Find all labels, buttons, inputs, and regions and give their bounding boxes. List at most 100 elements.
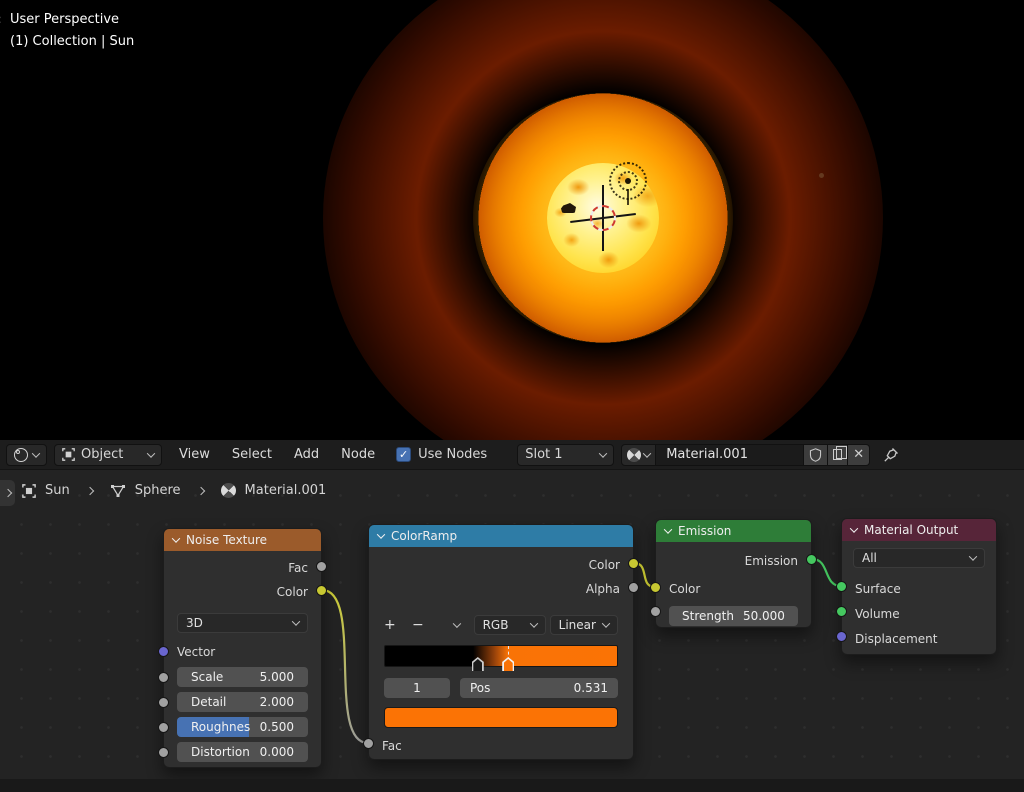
node-header[interactable]: Material Output xyxy=(842,519,996,541)
unlink-material-button[interactable]: ✕ xyxy=(848,444,870,466)
node-header[interactable]: Noise Texture xyxy=(164,529,321,551)
material-sphere-icon xyxy=(627,448,641,462)
mesh-data-icon xyxy=(110,484,126,498)
socket-color-output[interactable] xyxy=(316,585,327,596)
socket-scale-input[interactable] xyxy=(158,672,169,683)
material-browse-dropdown[interactable] xyxy=(621,444,656,466)
3d-viewport[interactable]: ‹ User Perspective (1) Collection | Sun xyxy=(0,0,1024,440)
path-bar-collapse-tab[interactable] xyxy=(0,480,15,506)
shader-type-dropdown[interactable]: Object xyxy=(54,444,162,466)
ramp-stop-handle-1[interactable] xyxy=(502,657,514,671)
menu-select[interactable]: Select xyxy=(221,447,283,462)
node-header[interactable]: ColorRamp xyxy=(369,525,633,547)
noise-scale-field[interactable]: Scale 5.000 xyxy=(177,667,308,687)
material-slot-label: Slot 1 xyxy=(525,447,562,462)
socket-displacement-input[interactable] xyxy=(836,631,847,642)
node-title: Emission xyxy=(678,524,731,538)
breadcrumb-material[interactable]: Material.001 xyxy=(245,483,327,498)
socket-color-output[interactable] xyxy=(628,558,639,569)
socket-vector-input[interactable] xyxy=(158,646,169,657)
editor-type-dropdown[interactable] xyxy=(6,444,47,466)
socket-volume-input[interactable] xyxy=(836,606,847,617)
socket-surface-input[interactable] xyxy=(836,581,847,592)
socket-strength-input[interactable] xyxy=(650,606,661,617)
chevron-right-icon xyxy=(3,489,11,497)
field-label: Scale xyxy=(191,670,223,684)
noise-dimensions-dropdown[interactable]: 3D xyxy=(177,613,308,633)
index-value: 1 xyxy=(413,681,421,695)
material-datablock: Material.001 ✕ xyxy=(621,444,870,466)
breadcrumb-mesh[interactable]: Sphere xyxy=(135,483,181,498)
use-nodes-checkbox[interactable]: ✓ xyxy=(396,447,411,462)
node-header[interactable]: Emission xyxy=(656,520,811,542)
ramp-stop-color-swatch[interactable] xyxy=(384,707,618,728)
chevron-down-icon xyxy=(147,449,155,457)
field-label: Roughnes xyxy=(191,720,250,734)
breadcrumb-object[interactable]: Sun xyxy=(45,483,70,498)
collapse-chevron-icon[interactable] xyxy=(664,525,672,533)
ramp-position-field[interactable]: Pos 0.531 xyxy=(460,678,618,698)
output-label-fac: Fac xyxy=(164,558,321,578)
ramp-stop-handle-0[interactable] xyxy=(472,657,484,671)
socket-emission-output[interactable] xyxy=(806,554,817,565)
menu-add[interactable]: Add xyxy=(283,447,330,462)
ramp-interpolation-dropdown[interactable]: Linear xyxy=(550,615,618,635)
ramp-color-mode-dropdown[interactable]: RGB xyxy=(474,615,546,635)
socket-detail-input[interactable] xyxy=(158,697,169,708)
node-noise-texture[interactable]: Noise Texture Fac Color 3D Vector Scale … xyxy=(163,528,322,768)
add-stop-button[interactable]: + xyxy=(384,617,412,633)
color-ramp-gradient[interactable] xyxy=(384,645,618,667)
link-noise-to-ramp xyxy=(322,590,368,743)
output-target-dropdown[interactable]: All xyxy=(853,548,985,568)
target-value: All xyxy=(862,551,877,565)
ramp-specials-dropdown[interactable] xyxy=(453,619,461,627)
socket-alpha-output[interactable] xyxy=(628,582,639,593)
socket-fac-output[interactable] xyxy=(316,561,327,572)
node-title: Noise Texture xyxy=(186,533,267,547)
pin-icon xyxy=(883,447,899,463)
socket-fac-input[interactable] xyxy=(363,738,374,749)
noise-distortion-field[interactable]: Distortion 0.000 xyxy=(177,742,308,762)
input-label-surface: Surface xyxy=(842,579,996,599)
fake-user-button[interactable] xyxy=(804,444,828,466)
viewport-collapse-chevron[interactable]: ‹ xyxy=(0,12,2,28)
field-label: Distortion xyxy=(191,745,250,759)
pos-value: 0.531 xyxy=(574,681,608,695)
output-label-color: Color xyxy=(369,555,633,575)
node-emission[interactable]: Emission Emission Color Strength 50.000 xyxy=(655,519,812,628)
new-material-button[interactable] xyxy=(828,444,848,466)
chevron-right-icon xyxy=(196,486,204,494)
menu-view[interactable]: View xyxy=(168,447,221,462)
material-name-field[interactable]: Material.001 xyxy=(656,444,804,466)
menu-node[interactable]: Node xyxy=(330,447,386,462)
sun-lamp-ray-line xyxy=(627,189,629,205)
socket-roughness-input[interactable] xyxy=(158,722,169,733)
shader-type-label: Object xyxy=(81,447,123,462)
field-label: Strength xyxy=(682,609,734,623)
socket-distortion-input[interactable] xyxy=(158,747,169,758)
collapse-chevron-icon[interactable] xyxy=(172,534,180,542)
chevron-down-icon xyxy=(969,552,977,560)
node-title: Material Output xyxy=(864,523,958,537)
socket-color-input[interactable] xyxy=(650,582,661,593)
field-value: 50.000 xyxy=(743,609,785,623)
node-editor-canvas[interactable]: Sun Sphere Material.001 Noise Texture Fa… xyxy=(0,470,1024,792)
node-color-ramp[interactable]: ColorRamp Color Alpha + − RGB Linear xyxy=(368,524,634,760)
remove-stop-button[interactable]: − xyxy=(412,617,440,633)
noise-detail-field[interactable]: Detail 2.000 xyxy=(177,692,308,712)
node-title: ColorRamp xyxy=(391,529,457,543)
pin-button[interactable] xyxy=(883,447,899,463)
ramp-index-field[interactable]: 1 xyxy=(384,678,450,698)
use-nodes-label: Use Nodes xyxy=(418,447,487,462)
shader-editor-icon xyxy=(14,448,28,462)
collapse-chevron-icon[interactable] xyxy=(377,530,385,538)
bottom-edge-strip xyxy=(0,779,1024,792)
noise-roughness-field[interactable]: Roughnes 0.500 xyxy=(177,717,308,737)
collapse-chevron-icon[interactable] xyxy=(850,524,858,532)
field-value: 0.000 xyxy=(260,745,294,759)
viewport-collection-label: (1) Collection | Sun xyxy=(10,34,134,49)
emission-strength-field[interactable]: Strength 50.000 xyxy=(669,606,798,626)
output-label-alpha: Alpha xyxy=(369,579,633,599)
node-material-output[interactable]: Material Output All Surface Volume Displ… xyxy=(841,518,997,655)
material-slot-dropdown[interactable]: Slot 1 xyxy=(517,444,614,466)
